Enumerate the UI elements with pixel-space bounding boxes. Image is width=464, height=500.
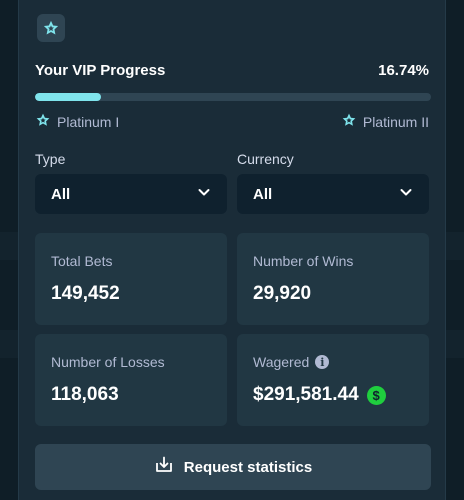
stat-value: 118,063 [51, 384, 119, 405]
stat-card-total-bets: Total Bets 149,452 [35, 233, 227, 325]
info-icon[interactable]: i [315, 355, 330, 369]
request-statistics-label: Request statistics [183, 458, 313, 476]
currency-label: Currency [237, 151, 294, 167]
current-tier: Platinum I [35, 112, 119, 131]
stat-label: Wagered [253, 354, 310, 370]
download-icon [154, 455, 174, 479]
vip-statistics-panel: Your VIP Progress 16.74% Platinum I Plat… [18, 0, 446, 500]
current-tier-label: Platinum I [57, 113, 120, 130]
currency-select[interactable]: All [237, 174, 429, 214]
dollar-coin-icon: $ [366, 385, 386, 405]
currency-select-value: All [253, 185, 273, 203]
star-icon [35, 112, 51, 131]
chevron-down-icon [197, 185, 211, 203]
request-statistics-button[interactable]: Request statistics [35, 444, 431, 490]
stat-value: 29,920 [253, 283, 312, 304]
stat-value: 149,452 [51, 283, 120, 304]
vip-progress-percent: 16.74% [378, 62, 429, 79]
stat-label: Number of Losses [51, 354, 165, 370]
vip-progress-fill [35, 93, 102, 101]
type-select-value: All [51, 185, 71, 203]
stat-label: Number of Wins [253, 253, 354, 269]
stat-card-wins: Number of Wins 29,920 [237, 233, 429, 325]
chevron-down-icon [399, 185, 413, 203]
vip-progress-bar [35, 93, 431, 101]
stat-card-losses: Number of Losses 118,063 [35, 334, 227, 426]
stat-value: $291,581.44 [253, 384, 359, 405]
stat-label: Total Bets [51, 253, 113, 269]
next-tier-label: Platinum II [362, 113, 429, 130]
vip-progress-title: Your VIP Progress [35, 62, 166, 79]
vip-badge-icon [37, 14, 65, 42]
star-icon [341, 112, 357, 131]
next-tier: Platinum II [341, 112, 429, 131]
type-select[interactable]: All [35, 174, 227, 214]
type-label: Type [35, 151, 66, 167]
stat-card-wagered: Wagered i $291,581.44 $ [237, 334, 429, 426]
